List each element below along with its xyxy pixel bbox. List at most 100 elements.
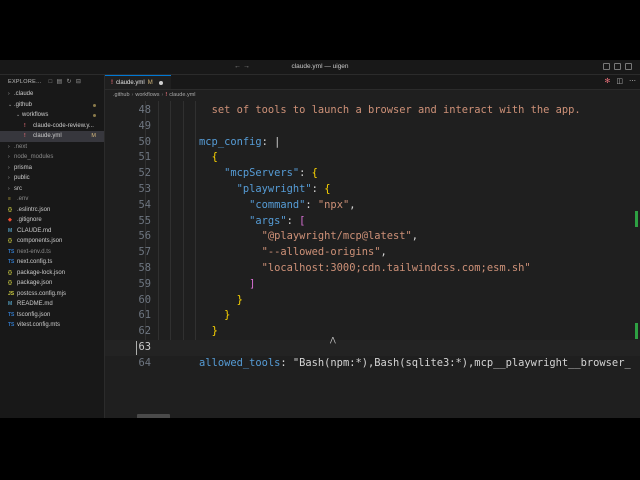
- js-file-icon: JS: [8, 290, 15, 297]
- tree-item-label: node_modules: [14, 154, 54, 160]
- tree-item[interactable]: ! claude-code-review.y...: [0, 121, 104, 132]
- breadcrumb-item[interactable]: workflows: [135, 92, 159, 98]
- file-file-icon: ≡: [8, 196, 11, 202]
- claude-icon[interactable]: ✻: [605, 77, 611, 85]
- tree-item[interactable]: › .next: [0, 142, 104, 153]
- toggle-sidebar-icon[interactable]: [603, 63, 610, 70]
- tree-item[interactable]: ⌄ workflows: [0, 110, 104, 121]
- toggle-secondary-sidebar-icon[interactable]: [625, 63, 632, 70]
- code-line[interactable]: 48 set of tools to launch a browser and …: [105, 103, 640, 119]
- code-text: "playwright": {: [236, 183, 331, 195]
- tree-item[interactable]: › node_modules: [0, 152, 104, 163]
- code-line[interactable]: 64 allowed_tools: "Bash(npm:*),Bash(sqli…: [105, 356, 640, 372]
- split-editor-icon[interactable]: ◫: [616, 77, 623, 85]
- code-text: }: [236, 293, 243, 306]
- collapse-all-icon[interactable]: ⊟: [76, 78, 81, 86]
- code-line[interactable]: 55 "args": [: [105, 214, 640, 230]
- tree-item[interactable]: {} package.json: [0, 278, 104, 289]
- editor-actions: ✻ ◫ ⋯: [605, 77, 637, 85]
- line-number: 55: [138, 214, 151, 227]
- code-line[interactable]: 61 }: [105, 308, 640, 324]
- tab-bar: ! claude.yml M ✻ ◫ ⋯: [105, 75, 640, 90]
- horizontal-scrollbar[interactable]: [137, 414, 170, 418]
- tree-item-label: .eslintrc.json: [17, 206, 51, 213]
- git-file-icon: ◆: [8, 217, 12, 223]
- tree-item[interactable]: › .claude: [0, 89, 104, 100]
- toggle-panel-icon[interactable]: [614, 63, 621, 70]
- line-number: 61: [138, 309, 151, 322]
- breadcrumb-item[interactable]: claude.yml: [169, 92, 195, 98]
- code-line[interactable]: 57 "--allowed-origins",: [105, 245, 640, 261]
- code-text: "@playwright/mcp@latest",: [261, 230, 419, 243]
- tree-item[interactable]: TS vitest.config.mts: [0, 320, 104, 331]
- tree-item[interactable]: ≡ .env: [0, 194, 104, 205]
- code-line[interactable]: 58 "localhost:3000;cdn.tailwindcss.com;e…: [105, 261, 640, 277]
- text-cursor: [136, 341, 137, 355]
- explorer-title: EXPLORE...: [8, 79, 42, 85]
- more-actions-icon[interactable]: ⋯: [629, 77, 636, 85]
- mouse-ibeam-icon: ⋀: [330, 336, 336, 344]
- code-line[interactable]: 50 mcp_config: |: [105, 135, 640, 151]
- title-bar: ← → claude.yml — uigen: [0, 60, 640, 75]
- tree-item[interactable]: ! claude.yml M: [0, 131, 104, 142]
- tree-item[interactable]: TS next-env.d.ts: [0, 247, 104, 258]
- code-text: "args": [: [249, 214, 306, 227]
- tree-item-label: claude.yml: [33, 133, 62, 139]
- tree-item-label: src: [14, 185, 22, 192]
- tree-item[interactable]: TS tsconfig.json: [0, 310, 104, 321]
- line-number: 59: [138, 277, 151, 290]
- code-line[interactable]: 52 "mcpServers": {: [105, 166, 640, 182]
- unsaved-dot-icon[interactable]: [158, 80, 163, 85]
- code-text: }: [224, 309, 231, 322]
- code-line[interactable]: 51 {: [105, 150, 640, 166]
- code-text: "localhost:3000;cdn.tailwindcss.com;esm.…: [261, 262, 531, 274]
- tree-item[interactable]: {} components.json: [0, 236, 104, 247]
- tree-item[interactable]: › prisma: [0, 163, 104, 174]
- md-file-icon: M: [8, 301, 13, 307]
- code-line[interactable]: 56 "@playwright/mcp@latest",: [105, 229, 640, 245]
- tree-item[interactable]: M CLAUDE.md: [0, 226, 104, 237]
- line-number: 50: [138, 135, 151, 148]
- line-number: 58: [138, 262, 151, 274]
- tree-item[interactable]: {} package-lock.json: [0, 268, 104, 279]
- new-folder-icon[interactable]: ▤: [57, 78, 63, 86]
- line-number: 63: [138, 341, 151, 353]
- code-text: allowed_tools: "Bash(npm:*),Bash(sqlite3…: [199, 356, 631, 369]
- tab-claude-yml[interactable]: ! claude.yml M: [105, 75, 171, 89]
- tree-item[interactable]: {} .eslintrc.json: [0, 205, 104, 216]
- new-file-icon[interactable]: □: [49, 78, 53, 86]
- tree-item[interactable]: TS next.config.ts: [0, 257, 104, 268]
- tree-item-label: claude-code-review.y...: [33, 122, 94, 129]
- tree-item-label: .github: [14, 101, 33, 108]
- tree-item[interactable]: JS postcss.config.mjs: [0, 289, 104, 300]
- breadcrumb-item[interactable]: .github: [113, 92, 130, 98]
- change-marker: [635, 323, 638, 339]
- line-number: 49: [138, 119, 151, 132]
- code-line[interactable]: 60 }: [105, 293, 640, 309]
- tree-item[interactable]: ⌄ .github: [0, 100, 104, 111]
- code-editor[interactable]: 48 set of tools to launch a browser and …: [105, 101, 640, 418]
- code-text: set of tools to launch a browser and int…: [211, 104, 581, 116]
- window-title: claude.yml — uigen: [291, 63, 349, 70]
- code-line[interactable]: 62 }: [105, 324, 640, 340]
- code-line[interactable]: 59 ]: [105, 277, 640, 293]
- code-line[interactable]: 53 "playwright": {: [105, 182, 640, 198]
- refresh-icon[interactable]: ↻: [67, 78, 72, 86]
- tree-item-label: package-lock.json: [17, 269, 66, 276]
- tree-item[interactable]: › src: [0, 184, 104, 195]
- tree-item-label: README.md: [17, 301, 53, 307]
- line-number: 56: [138, 230, 151, 243]
- line-number: 52: [138, 167, 151, 180]
- code-line[interactable]: 49: [105, 119, 640, 135]
- tree-item-label: package.json: [17, 280, 53, 286]
- code-line[interactable]: 54 "command": "npx",: [105, 198, 640, 214]
- code-line[interactable]: 63: [105, 340, 640, 356]
- tab-modified-badge: M: [147, 79, 153, 86]
- tree-item[interactable]: M README.md: [0, 299, 104, 310]
- breadcrumb: .github › workflows ›! claude.yml: [105, 90, 640, 101]
- tree-item[interactable]: ◆ .gitignore: [0, 215, 104, 226]
- explorer-header: EXPLORE... □ ▤ ↻ ⊟: [0, 75, 104, 89]
- line-number: 64: [138, 356, 151, 369]
- md-file-icon: M: [8, 227, 13, 234]
- tree-item[interactable]: › public: [0, 173, 104, 184]
